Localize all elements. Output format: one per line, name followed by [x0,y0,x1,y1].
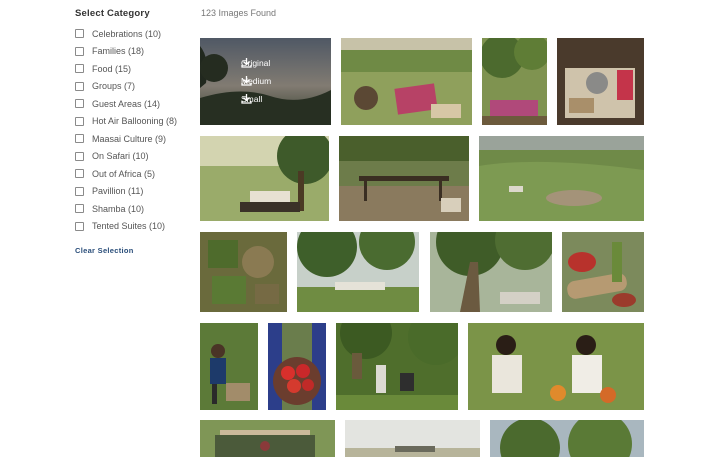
tree-canopy-photo [490,420,644,457]
gallery-image-hovered[interactable]: Original Medium Small [200,38,331,125]
clear-selection-link[interactable]: Clear Selection [75,246,134,255]
gallery-image[interactable] [200,136,329,221]
category-list: Celebrations (10) Families (18) Food (15… [75,25,177,235]
category-label: Celebrations (10) [92,28,162,39]
category-label: Hot Air Ballooning (8) [92,116,178,127]
gallery-image[interactable] [336,323,458,410]
gallery-image[interactable] [482,38,547,125]
checkbox[interactable] [75,134,84,144]
category-item-guest-areas[interactable]: Guest Areas (14) [75,95,177,113]
category-item-shamba[interactable]: Shamba (10) [75,200,177,218]
category-item-tented-suites[interactable]: Tented Suites (10) [75,218,177,236]
category-label: Pavillion (11) [92,186,144,197]
checkbox[interactable] [75,204,84,214]
download-overlay: Original Medium Small [200,38,331,125]
shaded-terrace-photo [297,232,419,312]
outdoor-dining-photo [339,136,469,221]
checkbox[interactable] [75,116,84,126]
results-count: 123 Images Found [201,8,277,18]
download-small-option[interactable]: Small [241,94,262,104]
gallery-image[interactable] [490,420,644,457]
picnic-photo [341,38,472,125]
category-label: On Safari (10) [92,151,149,162]
download-medium-option[interactable]: Medium [241,76,271,86]
checkbox[interactable] [75,64,84,74]
checkbox[interactable] [75,99,84,109]
plains-vehicle-photo [345,420,480,457]
checkbox[interactable] [75,186,84,196]
gallery-image[interactable] [557,38,644,125]
checkbox[interactable] [75,81,84,91]
checkbox[interactable] [75,46,84,56]
download-icon [241,94,252,104]
outdoor-lounge-photo [482,38,547,125]
category-item-out-of-africa[interactable]: Out of Africa (5) [75,165,177,183]
download-original-option[interactable]: Original [241,58,270,68]
checkbox[interactable] [75,169,84,179]
category-label: Maasai Culture (9) [92,133,167,144]
gallery-image[interactable] [339,136,469,221]
gallery-image[interactable] [345,420,480,457]
garden-workers-photo [336,323,458,410]
category-title: Select Category [75,8,150,19]
safari-vehicle-photo [200,420,335,457]
gallery-image[interactable] [468,323,644,410]
category-label: Shamba (10) [92,203,145,214]
picnic-hamper-photo [557,38,644,125]
category-item-families[interactable]: Families (18) [75,43,177,61]
gallery-image[interactable] [430,232,552,312]
checkbox[interactable] [75,29,84,39]
vegetable-basket-photo [562,232,644,312]
category-item-groups[interactable]: Groups (7) [75,78,177,96]
girls-harvesting-photo [468,323,644,410]
category-item-hot-air-ballooning[interactable]: Hot Air Ballooning (8) [75,113,177,131]
category-label: Food (15) [92,63,132,74]
category-label: Guest Areas (14) [92,98,161,109]
category-item-maasai-culture[interactable]: Maasai Culture (9) [75,130,177,148]
gallery-image[interactable] [341,38,472,125]
checkbox[interactable] [75,221,84,231]
download-icon [241,76,252,86]
gallery-image[interactable] [268,323,326,410]
gallery-image[interactable] [200,232,287,312]
gallery-image[interactable] [200,420,335,457]
download-icon [241,58,252,68]
gallery-image[interactable] [297,232,419,312]
gallery-image[interactable] [562,232,644,312]
gallery-image[interactable] [479,136,644,221]
category-item-pavillion[interactable]: Pavillion (11) [75,183,177,201]
gallery-image[interactable] [200,323,258,410]
scenic-view-photo [200,136,329,221]
category-item-food[interactable]: Food (15) [75,60,177,78]
category-item-on-safari[interactable]: On Safari (10) [75,148,177,166]
category-label: Out of Africa (5) [92,168,156,179]
category-label: Families (18) [92,46,145,57]
aerial-landscape-photo [479,136,644,221]
category-label: Tented Suites (10) [92,221,166,232]
aerial-garden-photo [200,232,287,312]
tomatoes-in-hands-photo [268,323,326,410]
large-tree-photo [430,232,552,312]
category-label: Groups (7) [92,81,136,92]
person-harvesting-photo [200,323,258,410]
checkbox[interactable] [75,151,84,161]
category-item-celebrations[interactable]: Celebrations (10) [75,25,177,43]
